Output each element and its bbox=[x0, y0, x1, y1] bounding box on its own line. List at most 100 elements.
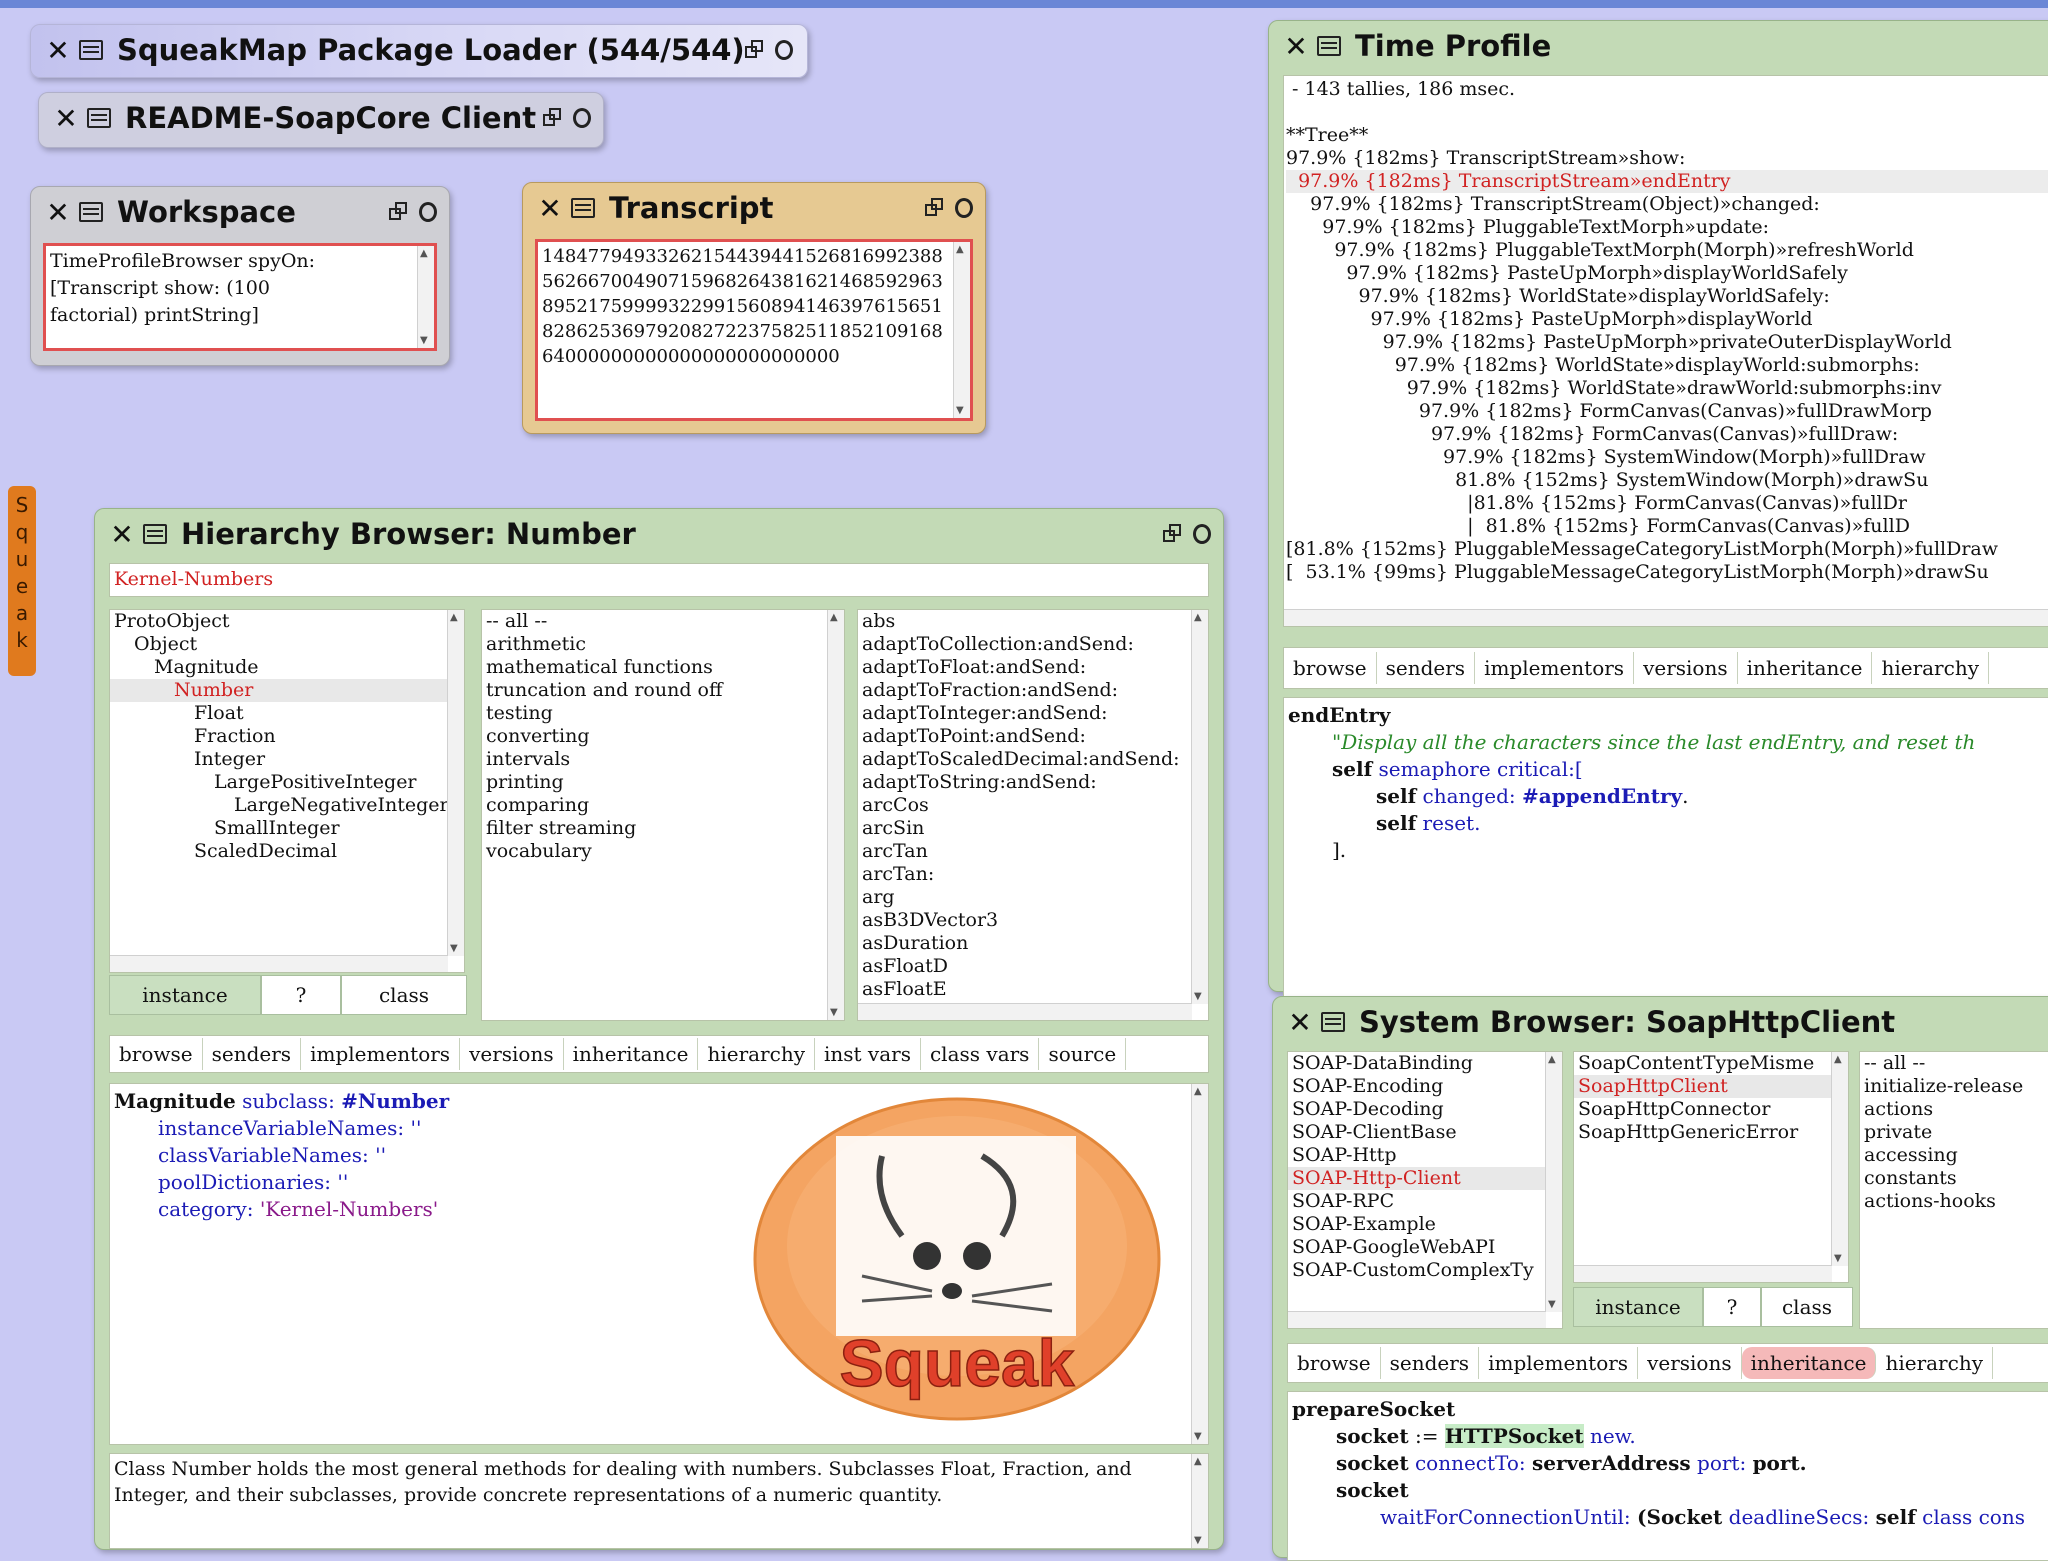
vertical-scrollbar[interactable] bbox=[1191, 610, 1208, 1004]
expand-icon[interactable] bbox=[955, 198, 973, 218]
browse-button[interactable]: browse bbox=[1284, 652, 1377, 684]
protocol-list-item[interactable]: mathematical functions bbox=[482, 656, 844, 679]
profile-tree-line[interactable]: 97.9% {182ms} PasteUpMorph»displayWorldS… bbox=[1286, 262, 2048, 285]
senders-button[interactable]: senders bbox=[1377, 652, 1476, 684]
profile-tree-line[interactable]: [ 53.1% {99ms} PluggableMessageCategoryL… bbox=[1286, 561, 2048, 584]
method-list-item[interactable]: abs bbox=[858, 610, 1208, 633]
browse-button[interactable]: browse bbox=[110, 1038, 203, 1070]
expand-icon[interactable] bbox=[419, 202, 437, 222]
protocol-list-item[interactable]: actions-hooks bbox=[1860, 1190, 2048, 1213]
profile-tree-line[interactable]: 97.9% {182ms} PasteUpMorph»displayWorld bbox=[1286, 308, 2048, 331]
close-icon[interactable]: ✕ bbox=[45, 34, 71, 67]
protocol-list-item[interactable]: -- all -- bbox=[1860, 1052, 2048, 1075]
close-icon[interactable]: ✕ bbox=[45, 196, 71, 229]
class-button[interactable]: class bbox=[341, 975, 467, 1015]
category-list-item[interactable]: SOAP-GoogleWebAPI bbox=[1288, 1236, 1562, 1259]
menu-icon[interactable] bbox=[1321, 1012, 1345, 1032]
implementors-button[interactable]: implementors bbox=[1475, 652, 1635, 684]
vertical-scrollbar[interactable] bbox=[417, 246, 434, 348]
close-icon[interactable]: ✕ bbox=[1283, 30, 1309, 63]
method-list-item[interactable]: asDuration bbox=[858, 932, 1208, 955]
method-list-item[interactable]: arcTan: bbox=[858, 863, 1208, 886]
profile-tree-line[interactable]: **Tree** bbox=[1286, 124, 2048, 147]
horizontal-scrollbar[interactable] bbox=[110, 955, 448, 972]
collapse-icon[interactable] bbox=[1163, 524, 1183, 544]
class-list-pane[interactable]: ProtoObject Object Magnitude Number Float Fra… bbox=[109, 609, 465, 973]
profile-tree-line[interactable]: 97.9% {182ms} PasteUpMorph»privateOuterD… bbox=[1286, 331, 2048, 354]
protocol-list-pane[interactable]: -- all -- initialize-release actions privat… bbox=[1859, 1051, 2048, 1329]
horizontal-scrollbar[interactable] bbox=[1284, 609, 2048, 626]
profile-tree-line[interactable]: |81.8% {152ms} FormCanvas(Canvas)»fullDr bbox=[1286, 492, 2048, 515]
class-comment-pane[interactable]: Class Number holds the most general meth… bbox=[109, 1453, 1209, 1549]
protocol-list-pane[interactable]: -- all -- arithmetic mathematical function… bbox=[481, 609, 845, 1021]
category-list-item[interactable]: SOAP-Decoding bbox=[1288, 1098, 1562, 1121]
protocol-list-item[interactable]: actions bbox=[1860, 1098, 2048, 1121]
hierarchy-browser-window[interactable]: ✕ Hierarchy Browser: Number Kernel-Numbe… bbox=[94, 508, 1224, 1550]
class-vars-button[interactable]: class vars bbox=[921, 1038, 1040, 1070]
class-list-item[interactable]: Fraction bbox=[110, 725, 464, 748]
time-profile-window[interactable]: ✕ Time Profile - 143 tallies, 186 msec. *… bbox=[1268, 20, 2048, 999]
inheritance-button[interactable]: inheritance bbox=[564, 1038, 699, 1070]
class-list-pane[interactable]: SoapContentTypeMisme SoapHttpClient SoapHt… bbox=[1573, 1051, 1849, 1283]
category-list-item[interactable]: SOAP-RPC bbox=[1288, 1190, 1562, 1213]
versions-button[interactable]: versions bbox=[1634, 652, 1738, 684]
inst-vars-button[interactable]: inst vars bbox=[815, 1038, 921, 1070]
close-icon[interactable]: ✕ bbox=[1287, 1006, 1313, 1039]
class-list-item[interactable]: SoapHttpGenericError bbox=[1574, 1121, 1848, 1144]
protocol-list-item[interactable]: -- all -- bbox=[482, 610, 844, 633]
category-list-item[interactable]: SOAP-Example bbox=[1288, 1213, 1562, 1236]
protocol-list-item[interactable]: accessing bbox=[1860, 1144, 2048, 1167]
method-list-item[interactable]: adaptToScaledDecimal:andSend: bbox=[858, 748, 1208, 771]
package-loader-window[interactable]: ✕ SqueakMap Package Loader (544/544) bbox=[30, 24, 808, 78]
menu-icon[interactable] bbox=[1317, 36, 1341, 56]
help-button[interactable]: ? bbox=[261, 975, 341, 1015]
category-field[interactable]: Kernel-Numbers bbox=[109, 563, 1209, 597]
workspace-code[interactable]: TimeProfileBrowser spyOn: [Transcript sh… bbox=[46, 246, 434, 331]
category-list-item[interactable]: SOAP-DataBinding bbox=[1288, 1052, 1562, 1075]
protocol-list-item[interactable]: arithmetic bbox=[482, 633, 844, 656]
method-list-item[interactable]: adaptToInteger:andSend: bbox=[858, 702, 1208, 725]
versions-button[interactable]: versions bbox=[460, 1038, 564, 1070]
workspace-window[interactable]: ✕ Workspace TimeProfileBrowser spyOn: [T… bbox=[30, 186, 450, 366]
horizontal-scrollbar[interactable] bbox=[858, 1003, 1192, 1020]
help-button[interactable]: ? bbox=[1703, 1287, 1761, 1327]
class-list-item[interactable]: Float bbox=[110, 702, 464, 725]
method-list-item[interactable]: adaptToFloat:andSend: bbox=[858, 656, 1208, 679]
versions-button[interactable]: versions bbox=[1638, 1347, 1742, 1379]
class-list-item[interactable]: SoapHttpClient bbox=[1574, 1075, 1848, 1098]
protocol-list-item[interactable]: converting bbox=[482, 725, 844, 748]
senders-button[interactable]: senders bbox=[203, 1038, 302, 1070]
class-list-item[interactable]: Number bbox=[110, 679, 464, 702]
class-list-item[interactable]: SoapHttpConnector bbox=[1574, 1098, 1848, 1121]
vertical-scrollbar[interactable] bbox=[1191, 1454, 1208, 1548]
class-list-item[interactable]: Integer bbox=[110, 748, 464, 771]
class-list-item[interactable]: LargePositiveInteger bbox=[110, 771, 464, 794]
method-list-item[interactable]: arcTan bbox=[858, 840, 1208, 863]
category-list-item[interactable]: SOAP-Http-Client bbox=[1288, 1167, 1562, 1190]
vertical-scrollbar[interactable] bbox=[827, 610, 844, 1020]
method-list-item[interactable]: arcCos bbox=[858, 794, 1208, 817]
menu-icon[interactable] bbox=[79, 40, 103, 60]
menu-icon[interactable] bbox=[79, 202, 103, 222]
profile-tree-line[interactable]: | 81.8% {152ms} FormCanvas(Canvas)»fullD bbox=[1286, 515, 2048, 538]
profile-code-pane[interactable]: endEntry "Display all the characters sin… bbox=[1283, 697, 2048, 999]
expand-icon[interactable] bbox=[573, 108, 591, 128]
protocol-list-item[interactable]: vocabulary bbox=[482, 840, 844, 863]
profile-tree-line[interactable]: 97.9% {182ms} TranscriptStream(Object)»c… bbox=[1286, 193, 2048, 216]
protocol-list-item[interactable]: initialize-release bbox=[1860, 1075, 2048, 1098]
category-list-item[interactable]: SOAP-Http bbox=[1288, 1144, 1562, 1167]
inheritance-button[interactable]: inheritance bbox=[1738, 652, 1873, 684]
profile-tree-line[interactable]: 97.9% {182ms} WorldState»drawWorld:submo… bbox=[1286, 377, 2048, 400]
protocol-list-item[interactable]: filter streaming bbox=[482, 817, 844, 840]
protocol-list-item[interactable]: intervals bbox=[482, 748, 844, 771]
profile-tree-line[interactable]: 97.9% {182ms} PluggableTextMorph(Morph)»… bbox=[1286, 239, 2048, 262]
collapse-icon[interactable] bbox=[543, 108, 563, 128]
readme-window[interactable]: ✕ README-SoapCore Client bbox=[38, 92, 604, 148]
expand-icon[interactable] bbox=[775, 40, 793, 60]
category-list-pane[interactable]: SOAP-DataBinding SOAP-Encoding SOAP-Decodi… bbox=[1287, 1051, 1563, 1329]
collapse-icon[interactable] bbox=[925, 198, 945, 218]
class-list-item[interactable]: SoapContentTypeMisme bbox=[1574, 1052, 1848, 1075]
class-list-item[interactable]: ProtoObject bbox=[110, 610, 464, 633]
expand-icon[interactable] bbox=[1193, 524, 1211, 544]
class-button[interactable]: class bbox=[1761, 1287, 1853, 1327]
